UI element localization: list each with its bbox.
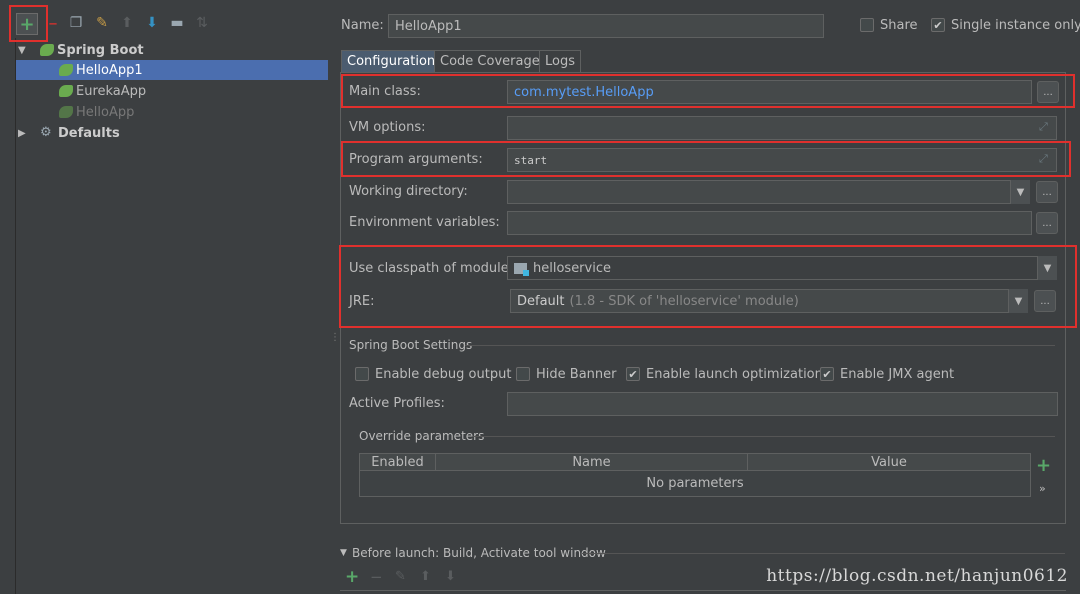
folder-icon[interactable]: ▬ xyxy=(168,14,186,32)
more-actions-icon[interactable]: » xyxy=(1039,482,1046,495)
column-header-name[interactable]: Name xyxy=(436,454,748,470)
config-tree: ▼ Spring Boot HelloApp1 EurekaApp HelloA… xyxy=(15,38,328,594)
chevron-down-icon: ▼ xyxy=(18,44,26,56)
task-list-border xyxy=(340,590,1066,591)
highlight-box xyxy=(339,245,1077,328)
working-dir-browse-button[interactable]: ... xyxy=(1036,181,1058,203)
config-tree-panel: + – ❐ ✎ ⬆ ⬇ ▬ ⇅ ▼ Spring Boot HelloApp1 … xyxy=(0,0,330,594)
hide-banner-label: Hide Banner xyxy=(536,367,617,382)
tree-item-eurekaapp[interactable]: EurekaApp xyxy=(16,81,146,101)
single-instance-checkbox[interactable]: ✔ xyxy=(931,18,945,32)
env-vars-browse-button[interactable]: ... xyxy=(1036,212,1058,234)
arrow-down-icon[interactable]: ⬇ xyxy=(143,14,161,32)
active-profiles-input[interactable] xyxy=(507,392,1058,416)
tree-item-helloapp1[interactable]: HelloApp1 xyxy=(16,60,328,80)
tree-item-label: HelloApp1 xyxy=(76,62,143,78)
highlight-box xyxy=(341,74,1075,108)
env-vars-label: Environment variables: xyxy=(349,215,500,230)
override-table-body: No parameters xyxy=(359,471,1031,497)
tree-item-label: HelloApp xyxy=(76,104,135,120)
splitter-handle[interactable]: ⋮ xyxy=(330,332,340,343)
add-task-icon[interactable]: + xyxy=(345,567,359,587)
working-dir-label: Working directory: xyxy=(349,184,468,199)
spring-app-icon xyxy=(59,85,73,97)
tab-logs[interactable]: Logs xyxy=(539,50,581,72)
highlight-box xyxy=(341,141,1071,177)
launch-optimization-label: Enable launch optimization xyxy=(646,367,823,382)
before-launch-label[interactable]: Before launch: Build, Activate tool wind… xyxy=(352,546,606,560)
add-parameter-icon[interactable]: + xyxy=(1036,455,1051,476)
tab-code-coverage[interactable]: Code Coverage xyxy=(434,50,546,72)
arrow-up-icon[interactable]: ⬆ xyxy=(118,14,136,32)
arrow-down-icon[interactable]: ⬇ xyxy=(445,569,456,584)
spring-boot-settings-title: Spring Boot Settings xyxy=(349,338,473,352)
tab-configuration[interactable]: Configuration xyxy=(341,50,442,72)
chevron-down-icon[interactable]: ▼ xyxy=(1010,180,1030,204)
column-header-value[interactable]: Value xyxy=(748,454,1030,470)
spring-boot-icon xyxy=(40,44,54,56)
edit-task-icon[interactable]: ✎ xyxy=(395,569,406,584)
spring-app-icon xyxy=(59,64,73,76)
copy-icon[interactable]: ❐ xyxy=(67,14,85,32)
single-instance-label: Single instance only xyxy=(951,18,1080,33)
watermark: https://blog.csdn.net/hanjun0612 xyxy=(766,566,1068,586)
vm-options-input[interactable] xyxy=(507,116,1057,140)
hide-banner-checkbox[interactable] xyxy=(516,367,530,381)
tree-item-helloapp[interactable]: HelloApp xyxy=(16,102,134,122)
chevron-right-icon: ▶ xyxy=(18,127,26,139)
launch-optimization-checkbox[interactable]: ✔ xyxy=(626,367,640,381)
jmx-agent-label: Enable JMX agent xyxy=(840,367,955,382)
tree-node-label: Spring Boot xyxy=(57,42,144,58)
tree-item-label: EurekaApp xyxy=(76,83,147,99)
share-label: Share xyxy=(880,18,918,33)
arrow-up-icon[interactable]: ⬆ xyxy=(420,569,431,584)
tree-node-spring-boot[interactable]: ▼ Spring Boot xyxy=(18,40,144,60)
active-profiles-label: Active Profiles: xyxy=(349,396,445,411)
expand-icon[interactable]: ⤢ xyxy=(1039,120,1048,134)
jmx-agent-checkbox[interactable]: ✔ xyxy=(820,367,834,381)
tree-node-label: Defaults xyxy=(58,125,120,141)
name-label: Name: xyxy=(341,18,384,33)
group-divider xyxy=(582,553,1065,554)
group-divider xyxy=(465,345,1055,346)
chevron-down-icon[interactable]: ▼ xyxy=(340,548,347,558)
highlight-box xyxy=(9,5,48,42)
env-vars-input[interactable] xyxy=(507,211,1032,235)
debug-output-label: Enable debug output xyxy=(375,367,512,382)
share-checkbox[interactable] xyxy=(860,18,874,32)
sort-icon[interactable]: ⇅ xyxy=(193,14,211,32)
wrench-icon: ⚙ xyxy=(40,125,52,140)
override-parameters-title: Override parameters xyxy=(359,429,485,443)
name-input[interactable]: HelloApp1 xyxy=(388,14,824,38)
remove-task-icon[interactable]: − xyxy=(370,568,383,586)
working-dir-input[interactable] xyxy=(507,180,1030,204)
column-header-enabled[interactable]: Enabled xyxy=(360,454,436,470)
spring-app-icon xyxy=(59,106,73,118)
empty-table-text: No parameters xyxy=(646,476,744,491)
wrench-icon[interactable]: ✎ xyxy=(93,14,111,32)
debug-output-checkbox[interactable] xyxy=(355,367,369,381)
tree-node-defaults[interactable]: ▶ ⚙ Defaults xyxy=(18,123,120,143)
override-table-header: Enabled Name Value xyxy=(359,453,1031,471)
vm-options-label: VM options: xyxy=(349,120,426,135)
group-divider xyxy=(473,436,1055,437)
